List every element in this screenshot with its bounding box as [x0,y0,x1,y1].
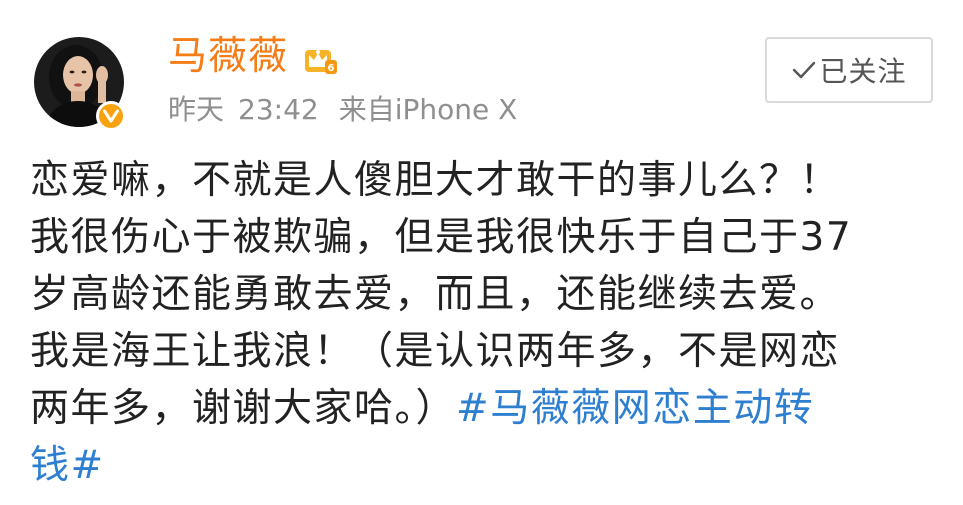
verified-v-icon [96,101,126,131]
post-day: 昨天 [168,93,225,126]
post-source[interactable]: 来自iPhone X [339,93,518,126]
hashtag-link-end[interactable]: 钱# [30,443,105,488]
crown-vip-icon[interactable]: 6 [303,40,339,76]
check-icon [793,61,816,79]
hashtag-link[interactable]: #马薇薇网恋主动转 [456,386,814,431]
content-text: 两年多，谢谢大家哈。） [30,386,457,431]
follow-button[interactable]: 已关注 [765,37,933,103]
post-time: 23:42 [238,93,319,126]
content-line: 钱# [30,437,940,494]
username[interactable]: 马薇薇 [168,32,288,82]
post-meta: 昨天 23:42 来自iPhone X [168,92,517,128]
content-line: 恋爱嘛，不就是人傻胆大才敢干的事儿么？！ [30,158,841,203]
content-line: 岁高龄还能勇敢去爱，而且，还能继续去爱。 [30,272,841,317]
content-line: 我是海王让我浪！（是认识两年多，不是网恋 [30,329,841,374]
content-line: 两年多，谢谢大家哈。）#马薇薇网恋主动转 [30,380,940,437]
content-line: 我很伤心于被欺骗，但是我很快乐于自己于37 [30,215,853,260]
follow-button-label: 已关注 [819,55,907,88]
post-content: 恋爱嘛，不就是人傻胆大才敢干的事儿么？！ 我很伤心于被欺骗，但是我很快乐于自己于… [30,152,940,494]
weibo-post: 马薇薇 6 昨天 23:42 来自iPhone X 已关注 恋爱嘛，不就是人傻胆大才… [0,0,963,505]
svg-text:6: 6 [328,63,335,74]
